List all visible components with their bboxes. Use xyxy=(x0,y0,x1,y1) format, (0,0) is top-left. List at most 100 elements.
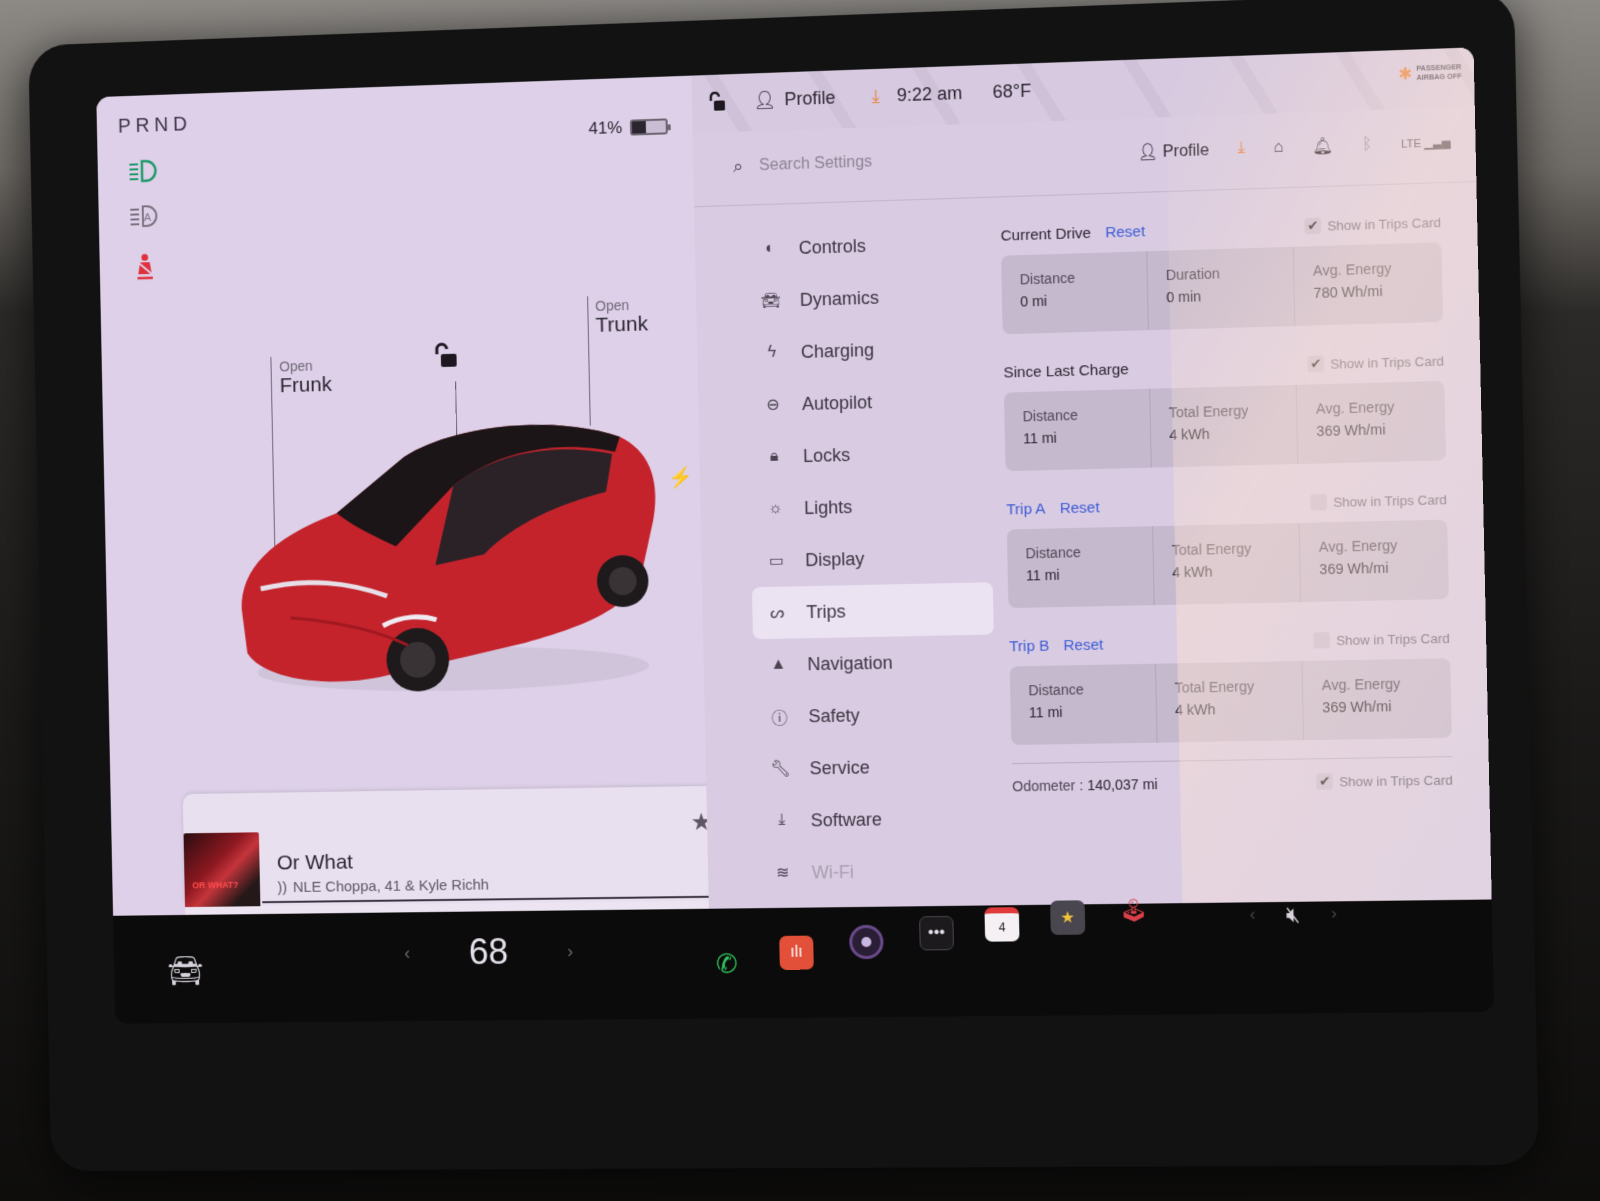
person-icon: 👤︎ xyxy=(753,89,777,111)
show-in-trips-card-label: Show in Trips Card xyxy=(1336,630,1450,648)
notification-bell-icon[interactable]: 🔔︎ xyxy=(1312,136,1333,157)
sidebar-item-wi-fi[interactable]: ≋ Wi-Fi xyxy=(757,844,999,899)
media-player: OR WHAT? Or What )) NLE Choppa, 41 & Kyl… xyxy=(182,785,754,911)
open-frunk-button[interactable]: Open Frunk xyxy=(279,357,332,398)
bluetooth-icon[interactable]: ᛒ xyxy=(1362,135,1372,154)
trips-icon: ᔕ xyxy=(770,604,785,622)
trip-stats-card: Distance 11 mi Total Energy 4 kWh Avg. Energ… xyxy=(1009,658,1452,746)
calendar-app-icon[interactable]: 4 xyxy=(984,907,1020,942)
sidebar-item-lights[interactable]: ☼ Lights xyxy=(750,478,992,536)
open-frunk-label: Frunk xyxy=(279,373,333,398)
status-lock-icon[interactable] xyxy=(708,91,726,112)
trip-section-title: Trip A xyxy=(1006,499,1046,518)
toybox-app-icon[interactable]: ★ xyxy=(1050,900,1086,935)
empty-checkbox[interactable] xyxy=(1313,632,1331,649)
show-in-trips-card-checkbox[interactable]: Show in Trips Card xyxy=(1313,630,1450,649)
odometer-value: 140,037 mi xyxy=(1086,775,1158,794)
download-icon[interactable]: ⤓ xyxy=(872,86,880,107)
trip-stat: Avg. Energy 369 Wh/mi xyxy=(1303,658,1452,740)
sidebar-item-trips[interactable]: ᔕ Trips xyxy=(751,582,994,640)
odometer-show-in-trips-card-checkbox[interactable]: ✔ Show in Trips Card xyxy=(1316,771,1453,790)
checkmark-icon[interactable]: ✔ xyxy=(1307,355,1325,373)
checkmark-icon[interactable]: ✔ xyxy=(1316,773,1334,790)
wrench-icon: 🔧︎ xyxy=(770,760,791,778)
reset-button[interactable]: Reset xyxy=(1060,499,1100,517)
more-apps-icon[interactable]: ••• xyxy=(919,915,955,951)
camera-app-icon[interactable] xyxy=(848,924,884,960)
show-in-trips-card-label: Show in Trips Card xyxy=(1333,491,1447,510)
lock-icon: 🔒︎ xyxy=(769,447,779,465)
sidebar-item-display[interactable]: ▭ Display xyxy=(751,530,993,587)
empty-checkbox[interactable] xyxy=(1310,493,1328,511)
sidebar-item-software[interactable]: ⤓ Software xyxy=(756,792,998,848)
temp-down-arrow[interactable]: ‹ xyxy=(404,942,410,963)
airbag-line2: AIRBAG OFF xyxy=(1416,73,1462,83)
trip-stat: Distance 11 mi xyxy=(1009,663,1158,746)
album-art[interactable]: OR WHAT? xyxy=(183,832,261,911)
show-in-trips-card-label: Show in Trips Card xyxy=(1330,352,1445,372)
charge-port-icon[interactable]: ⚡ xyxy=(668,465,693,491)
temp-up-arrow[interactable]: › xyxy=(567,941,573,962)
unlocked-icon[interactable] xyxy=(433,342,459,370)
voice-memo-app-icon[interactable]: ılı xyxy=(779,935,814,970)
sidebar-item-label: Dynamics xyxy=(799,287,880,310)
status-profile[interactable]: 👤︎ Profile xyxy=(754,87,836,111)
open-trunk-button[interactable]: Open Trunk xyxy=(595,296,648,337)
vehicle-render[interactable] xyxy=(228,411,665,708)
trip-stat-value: 0 min xyxy=(1166,288,1202,306)
trip-stat-label: Total Energy xyxy=(1168,402,1249,421)
volume-down-arrow[interactable]: ‹ xyxy=(1250,906,1256,924)
search-icon: ⌕ xyxy=(732,155,744,177)
sidebar-item-label: Charging xyxy=(800,339,875,362)
mute-icon[interactable]: 🔇︎ xyxy=(1286,902,1301,929)
open-trunk-label: Trunk xyxy=(595,312,649,337)
sidebar-item-label: Service xyxy=(809,756,870,778)
sidebar-item-controls[interactable]: ◐ Controls xyxy=(744,216,986,276)
download-icon: ⤓ xyxy=(778,811,786,829)
reset-button[interactable]: Reset xyxy=(1063,636,1103,654)
volume-up-arrow[interactable]: › xyxy=(1331,905,1337,923)
sidebar-item-autopilot[interactable]: ⊖ Autopilot xyxy=(748,373,990,432)
trip-stat: Distance 11 mi xyxy=(1006,526,1155,609)
profile-button[interactable]: 👤︎ Profile xyxy=(1137,140,1209,163)
sidebar-item-label: Controls xyxy=(798,235,867,258)
headlight-icon xyxy=(126,156,159,187)
trip-stat-label: Avg. Energy xyxy=(1315,398,1395,417)
cabin-temperature[interactable]: 68 xyxy=(468,931,508,973)
lte-signal-icon: LTE ▁▃▅ xyxy=(1400,136,1451,151)
touchscreen: PRND 41% A Open Frunk Open Trunk ⚡ OR WH… xyxy=(96,47,1495,1024)
checkmark-icon[interactable]: ✔ xyxy=(1304,217,1322,235)
sidebar-item-locks[interactable]: 🔒︎ Locks xyxy=(749,425,991,483)
settings-header-icons: 👤︎ Profile ⤓ ⌂ 🔔︎ ᛒ LTE ▁▃▅ xyxy=(1137,132,1451,163)
sidebar-item-service[interactable]: 🔧︎ Service xyxy=(755,739,997,795)
reset-button[interactable]: Reset xyxy=(1105,223,1145,241)
trip-stat-value: 4 kWh xyxy=(1169,425,1210,443)
streaming-icon: )) xyxy=(277,879,288,897)
search-settings-input[interactable]: ⌕ Search Settings xyxy=(733,151,872,177)
trip-stat-label: Avg. Energy xyxy=(1312,260,1392,279)
trip-stat: Distance 0 mi xyxy=(1001,251,1149,335)
sidebar-item-dynamics[interactable]: 🚘︎ Dynamics xyxy=(745,268,987,327)
show-in-trips-card-checkbox[interactable]: Show in Trips Card xyxy=(1310,491,1447,511)
sidebar-item-safety[interactable]: ⓘ Safety xyxy=(754,687,996,743)
battery-icon xyxy=(629,118,668,136)
trunk-callout-line xyxy=(587,296,591,426)
odometer-label: Odometer : xyxy=(1012,777,1084,795)
car-menu-icon[interactable]: 🚘︎ xyxy=(167,954,204,989)
trip-section-title: Current Drive xyxy=(1000,224,1092,245)
trip-stat-label: Total Energy xyxy=(1171,540,1252,559)
sidebar-item-charging[interactable]: ϟ Charging xyxy=(746,321,988,380)
homelink-icon[interactable]: ⌂ xyxy=(1273,138,1283,157)
arcade-app-icon[interactable]: 🕹︎ xyxy=(1116,893,1151,928)
show-in-trips-card-checkbox[interactable]: ✔ Show in Trips Card xyxy=(1304,214,1442,235)
phone-app-icon[interactable]: ✆ xyxy=(710,946,745,980)
show-in-trips-card-checkbox[interactable]: ✔ Show in Trips Card xyxy=(1307,352,1445,373)
climate-control: ‹ 68 › xyxy=(404,930,574,973)
sidebar-item-navigation[interactable]: ▲ Navigation xyxy=(753,635,995,692)
trip-stat-value: 11 mi xyxy=(1028,703,1063,721)
light-icon: ☼ xyxy=(767,499,783,517)
trips-content: Current Drive Reset ✔ Show in Trips Card Dis… xyxy=(1000,202,1453,795)
software-download-icon[interactable]: ⤓ xyxy=(1238,140,1246,158)
trip-section-title-row: Since Last Charge xyxy=(1003,361,1129,382)
sidebar-item-label: Locks xyxy=(802,444,851,466)
